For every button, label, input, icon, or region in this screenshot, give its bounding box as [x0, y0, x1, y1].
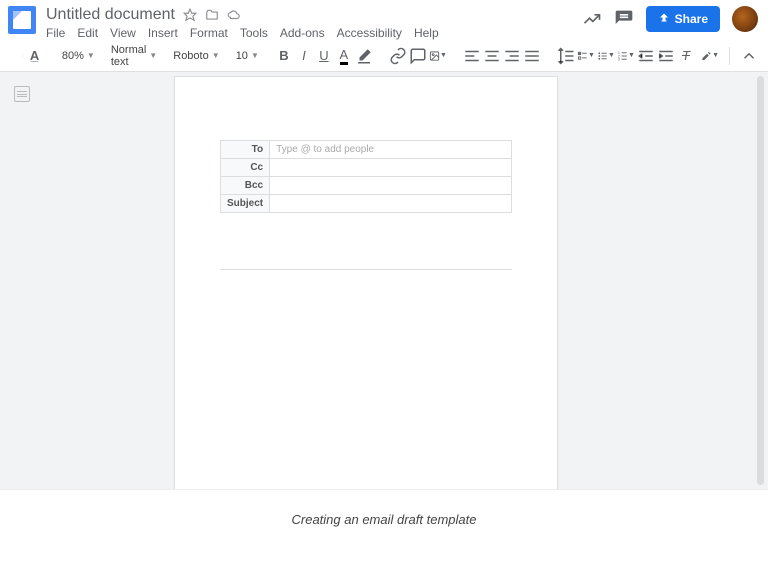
highlight-icon[interactable]: [355, 47, 373, 65]
workspace: To Type @ to add people Cc Bcc Subject: [0, 72, 768, 489]
insert-image-icon[interactable]: ▼: [429, 47, 447, 65]
numbered-list-icon[interactable]: 123▼: [617, 47, 635, 65]
cc-label: Cc: [221, 159, 270, 177]
print-icon[interactable]: [23, 47, 24, 65]
outline-icon[interactable]: [14, 86, 30, 102]
header-right: Share: [582, 6, 758, 32]
editing-mode-icon[interactable]: ▼: [701, 47, 719, 65]
to-field[interactable]: Type @ to add people: [270, 141, 512, 159]
header: Untitled document File Edit View Insert …: [0, 0, 768, 40]
align-center-icon[interactable]: [483, 47, 501, 65]
paragraph-style-dropdown[interactable]: Normal text▼: [111, 44, 157, 68]
to-label: To: [221, 141, 270, 159]
align-justify-icon[interactable]: [523, 47, 541, 65]
undo-icon[interactable]: [10, 47, 11, 65]
decrease-indent-icon[interactable]: [637, 47, 655, 65]
cc-field[interactable]: [270, 159, 512, 177]
insert-link-icon[interactable]: [389, 47, 407, 65]
bcc-field[interactable]: [270, 177, 512, 195]
align-right-icon[interactable]: [503, 47, 521, 65]
redo-icon[interactable]: [17, 47, 18, 65]
paint-format-icon[interactable]: [45, 47, 46, 65]
clear-formatting-icon[interactable]: T: [677, 47, 695, 65]
subject-field[interactable]: [270, 195, 512, 213]
subject-label: Subject: [221, 195, 270, 213]
account-avatar[interactable]: [732, 6, 758, 32]
toolbar: A̲ 80%▼ Normal text▼ Roboto▼ 10▼ B I U A…: [0, 40, 768, 72]
svg-text:3: 3: [618, 57, 620, 61]
menu-accessibility[interactable]: Accessibility: [337, 26, 402, 40]
bold-icon[interactable]: B: [275, 47, 293, 65]
menu-view[interactable]: View: [110, 26, 136, 40]
menu-help[interactable]: Help: [414, 26, 439, 40]
document-page[interactable]: To Type @ to add people Cc Bcc Subject: [174, 76, 558, 489]
menu-bar: File Edit View Insert Format Tools Add-o…: [46, 26, 582, 40]
zoom-dropdown[interactable]: 80%▼: [62, 50, 95, 62]
share-label: Share: [675, 12, 708, 26]
spellcheck-icon[interactable]: A̲: [30, 47, 39, 65]
chevron-up-icon[interactable]: [740, 47, 758, 65]
document-title[interactable]: Untitled document: [46, 6, 175, 24]
comment-history-icon[interactable]: [614, 9, 634, 29]
menu-file[interactable]: File: [46, 26, 65, 40]
align-left-icon[interactable]: [463, 47, 481, 65]
text-color-icon[interactable]: A: [335, 47, 353, 65]
scrollbar[interactable]: [757, 76, 764, 485]
horizontal-rule: [220, 269, 512, 270]
activity-icon[interactable]: [582, 9, 602, 29]
underline-icon[interactable]: U: [315, 47, 333, 65]
menu-edit[interactable]: Edit: [77, 26, 98, 40]
google-docs-app: Untitled document File Edit View Insert …: [0, 0, 768, 490]
move-icon[interactable]: [205, 8, 219, 22]
increase-indent-icon[interactable]: [657, 47, 675, 65]
line-spacing-icon[interactable]: [557, 47, 575, 65]
menu-tools[interactable]: Tools: [240, 26, 268, 40]
font-dropdown[interactable]: Roboto▼: [173, 50, 219, 62]
email-draft-block: To Type @ to add people Cc Bcc Subject: [220, 140, 512, 213]
insert-comment-icon[interactable]: [409, 47, 427, 65]
cloud-status-icon[interactable]: [227, 8, 241, 22]
share-button[interactable]: Share: [646, 6, 720, 32]
menu-addons[interactable]: Add-ons: [280, 26, 325, 40]
figure-caption: Creating an email draft template: [0, 490, 768, 549]
bulleted-list-icon[interactable]: ▼: [597, 47, 615, 65]
menu-insert[interactable]: Insert: [148, 26, 178, 40]
italic-icon[interactable]: I: [295, 47, 313, 65]
bcc-label: Bcc: [221, 177, 270, 195]
star-icon[interactable]: [183, 8, 197, 22]
fontsize-dropdown[interactable]: 10▼: [236, 50, 259, 62]
checklist-icon[interactable]: ▼: [577, 47, 595, 65]
docs-logo-icon[interactable]: [8, 6, 36, 34]
title-area: Untitled document File Edit View Insert …: [46, 6, 582, 40]
menu-format[interactable]: Format: [190, 26, 228, 40]
